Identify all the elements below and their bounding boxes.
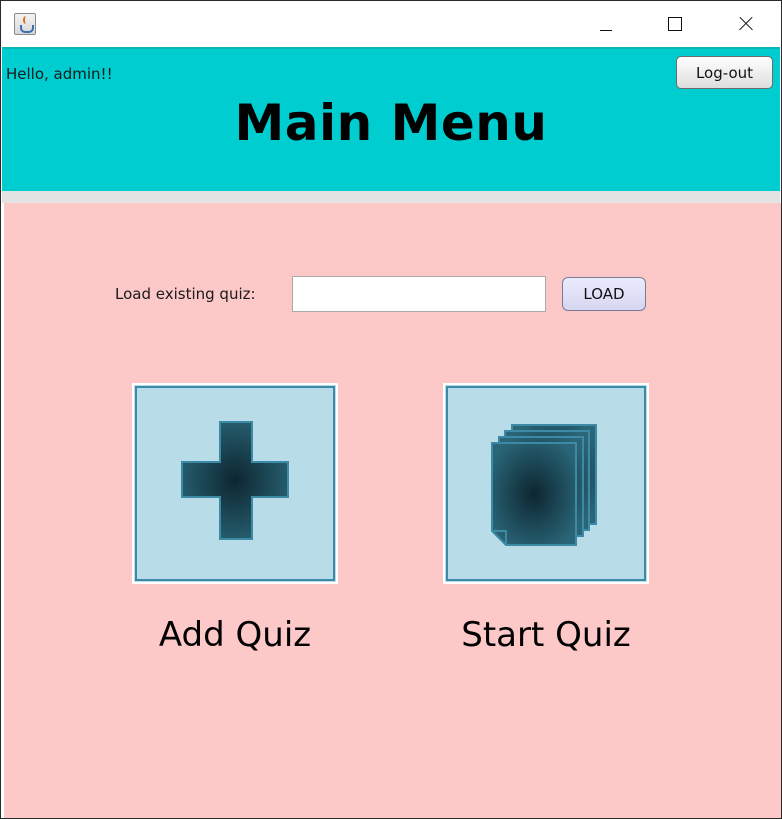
load-button[interactable]: LOAD: [562, 277, 646, 311]
maximize-icon[interactable]: [641, 1, 711, 47]
logout-button[interactable]: Log-out: [676, 56, 773, 89]
close-icon[interactable]: [711, 1, 781, 47]
main-panel: Load existing quiz: LOAD Add Quiz Start …: [4, 203, 781, 818]
greeting-text: Hello, admin!!: [6, 65, 113, 83]
page-title: Main Menu: [234, 94, 548, 152]
title-bar: [1, 1, 781, 47]
app-window: Hello, admin!! Log-out Main Menu Load ex…: [0, 0, 782, 819]
add-quiz-label[interactable]: Add Quiz: [105, 615, 365, 655]
java-cup-icon[interactable]: [14, 13, 36, 35]
plus-icon: [181, 421, 289, 540]
start-quiz-label[interactable]: Start Quiz: [416, 615, 676, 655]
add-quiz-button[interactable]: [132, 383, 338, 584]
start-quiz-button[interactable]: [443, 383, 649, 584]
separator: [2, 191, 780, 203]
header-panel: Hello, admin!! Log-out Main Menu: [2, 47, 780, 193]
quiz-name-input[interactable]: [292, 276, 546, 312]
load-quiz-label: Load existing quiz:: [115, 285, 256, 303]
minimize-icon[interactable]: [571, 1, 641, 47]
stacked-pages-icon: [491, 424, 597, 546]
